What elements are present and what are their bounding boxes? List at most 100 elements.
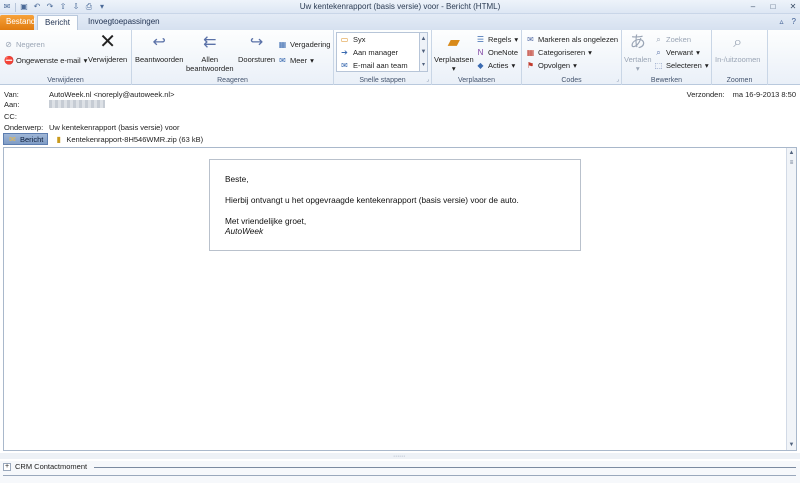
scroll-grip-icon[interactable]: ≡ [787,158,796,168]
subject-value: Uw kentekenrapport (basis versie) voor [49,123,180,132]
from-value[interactable]: AutoWeek.nl <noreply@autoweek.nl> [49,90,174,99]
group-label-tags: Codes [561,77,582,84]
delete-button[interactable]: ✕ Verwijderen [88,30,127,65]
reply-all-button[interactable]: ⇇ Allen beantwoorden [186,32,234,73]
vertical-scrollbar[interactable]: ▲ ≡ ▼ [786,148,796,450]
envelope-icon: ✉ [9,134,16,144]
select-button[interactable]: ⬚ Selecteren ▾ [654,59,709,71]
group-delete: ⊘ Negeren ⛔ Ongewenste e-mail ▾ ✕ Verwijd… [0,30,132,85]
followup-button[interactable]: ⚑ Opvolgen ▾ [526,59,577,71]
translate-icon: あ [629,33,646,51]
help-icon[interactable]: ? [792,17,796,26]
mark-unread-button[interactable]: ✉ Markeren als ongelezen [526,33,618,45]
ignore-button[interactable]: ⊘ Negeren [4,38,45,50]
group-label-quick-steps: Snelle stappen [359,77,406,84]
manager-icon: ➔ [341,48,348,57]
reply-button[interactable]: ↩ Beantwoorden [135,32,183,64]
to-row: Aan: [4,100,105,109]
related-icon: ⌕ [656,47,661,57]
tab-file[interactable]: Bestand [0,15,35,30]
sent-label: Verzonden: [686,90,725,99]
onenote-button[interactable]: N OneNote [476,46,518,58]
group-respond: ↩ Beantwoorden ⇇ Allen beantwoorden ↪ Do… [132,30,334,85]
crm-row[interactable]: + CRM Contactmoment [3,462,87,471]
to-value-redacted [49,100,105,108]
zoom-button[interactable]: ⌕ In-/uitzoomen [715,32,760,64]
expand-icon[interactable]: + [3,462,11,471]
group-tags: ✉ Markeren als ongelezen ▦ Categoriseren… [522,30,622,85]
crm-divider [94,467,796,468]
crm-label: CRM Contactmoment [15,462,88,471]
move-button[interactable]: ▰ Verplaatsen ▾ [434,32,474,73]
group-move: ▰ Verplaatsen ▾ ☰ Regels ▾ N OneNote ◆ Ac… [432,30,522,85]
actions-button[interactable]: ◆ Acties ▾ [476,59,515,71]
group-label-edit: Bewerken [650,77,683,84]
tags-launcher-icon[interactable]: ⌟ [616,76,619,83]
unread-icon: ✉ [527,34,534,44]
group-label-move: Verplaatsen [458,77,495,84]
flag-icon: ⚑ [526,60,535,70]
sent-row: Verzonden: ma 16-9-2013 8:50 [687,90,796,99]
folder-icon: ▭ [340,35,349,44]
junk-button[interactable]: ⛔ Ongewenste e-mail ▾ [4,54,87,66]
translate-button[interactable]: あ Vertalen ▾ [624,32,652,73]
find-button[interactable]: ⌕ Zoeken [654,33,691,45]
mail-closing: Met vriendelijke groet, [225,216,307,226]
categorize-icon: ▦ [526,47,535,57]
ribbon-tabs: Bestand Bericht Invoegtoepassingen ▵ ? [0,14,800,30]
sent-value: ma 16-9-2013 8:50 [732,90,796,99]
quick-step-syx[interactable]: ▭ Syx [337,33,419,46]
tab-message[interactable]: Bericht [37,15,78,30]
forward-icon: ↪ [249,33,264,51]
expand-gallery-icon[interactable]: ▾ [420,59,427,72]
message-body: Beste, Hierbij ontvangt u het opgevraagd… [3,147,797,451]
cc-row: CC: [4,112,49,121]
rules-button[interactable]: ☰ Regels ▾ [476,33,518,45]
mail-greeting: Beste, [225,174,249,184]
from-label: Van: [4,90,19,99]
attachment-bar: ✉ Bericht ▮ Kentekenrapport-8H546WMR.zip… [3,132,797,146]
find-icon: ⌕ [656,34,661,44]
select-icon: ⬚ [654,60,663,70]
window-title: Uw kentekenrapport (basis versie) voor -… [299,2,501,11]
message-tab[interactable]: ✉ Bericht [3,133,49,145]
meeting-button[interactable]: ▦ Vergadering [278,38,331,50]
delete-icon: ✕ [99,30,116,53]
crm-pane: + CRM Contactmoment [0,461,800,483]
quick-step-team[interactable]: ✉ E-mail aan team [337,59,419,72]
related-button[interactable]: ⌕ Verwant ▾ [654,46,700,58]
quick-step-manager[interactable]: ➔ Aan manager [337,46,419,59]
quick-steps-scroll: ▲ ▼ ▾ [420,32,428,72]
group-zoom: ⌕ In-/uitzoomen Zoomen [712,30,768,85]
onenote-icon: N [477,47,484,57]
move-folder-icon: ▰ [447,33,460,51]
categorize-button[interactable]: ▦ Categoriseren ▾ [526,46,592,58]
reply-all-icon: ⇇ [203,33,217,51]
more-button[interactable]: ✉ Meer ▾ [278,54,314,66]
junk-icon: ⛔ [4,55,14,65]
window-controls: – □ ✕ [748,1,798,12]
scroll-down-icon[interactable]: ▼ [420,46,427,59]
scroll-down-arrow-icon[interactable]: ▼ [787,440,796,450]
cc-label: CC: [4,112,17,121]
crm-divider-bottom [3,475,796,476]
forward-button[interactable]: ↪ Doorsturen [238,32,275,64]
minimize-icon[interactable]: – [748,1,758,12]
zoom-icon: ⌕ [733,33,743,51]
attachment-file[interactable]: ▮ Kentekenrapport-8H546WMR.zip (63 kB) [51,135,203,144]
scroll-up-arrow-icon[interactable]: ▲ [787,148,796,158]
ribbon: ⊘ Negeren ⛔ Ongewenste e-mail ▾ ✕ Verwijd… [0,30,800,85]
group-label-delete: Verwijderen [47,77,84,84]
scroll-up-icon[interactable]: ▲ [420,33,427,46]
pane-splitter[interactable]: ⋯⋯ [0,453,800,460]
group-label-respond: Reageren [217,77,248,84]
maximize-icon[interactable]: □ [768,1,778,12]
title-bar: ✉ ▣ ↶ ↷ ⇧ ⇩ ⎙ ▾ Uw kentekenrapport (basi… [0,0,800,14]
quick-steps-launcher-icon[interactable]: ⌟ [426,76,429,83]
meeting-icon: ▦ [278,39,287,49]
tab-addins[interactable]: Invoegtoepassingen [82,15,166,30]
collapse-ribbon-icon[interactable]: ▵ [780,17,784,26]
rules-icon: ☰ [476,34,485,44]
close-icon[interactable]: ✕ [788,1,798,12]
mail-content: Beste, Hierbij ontvangt u het opgevraagd… [209,159,581,251]
